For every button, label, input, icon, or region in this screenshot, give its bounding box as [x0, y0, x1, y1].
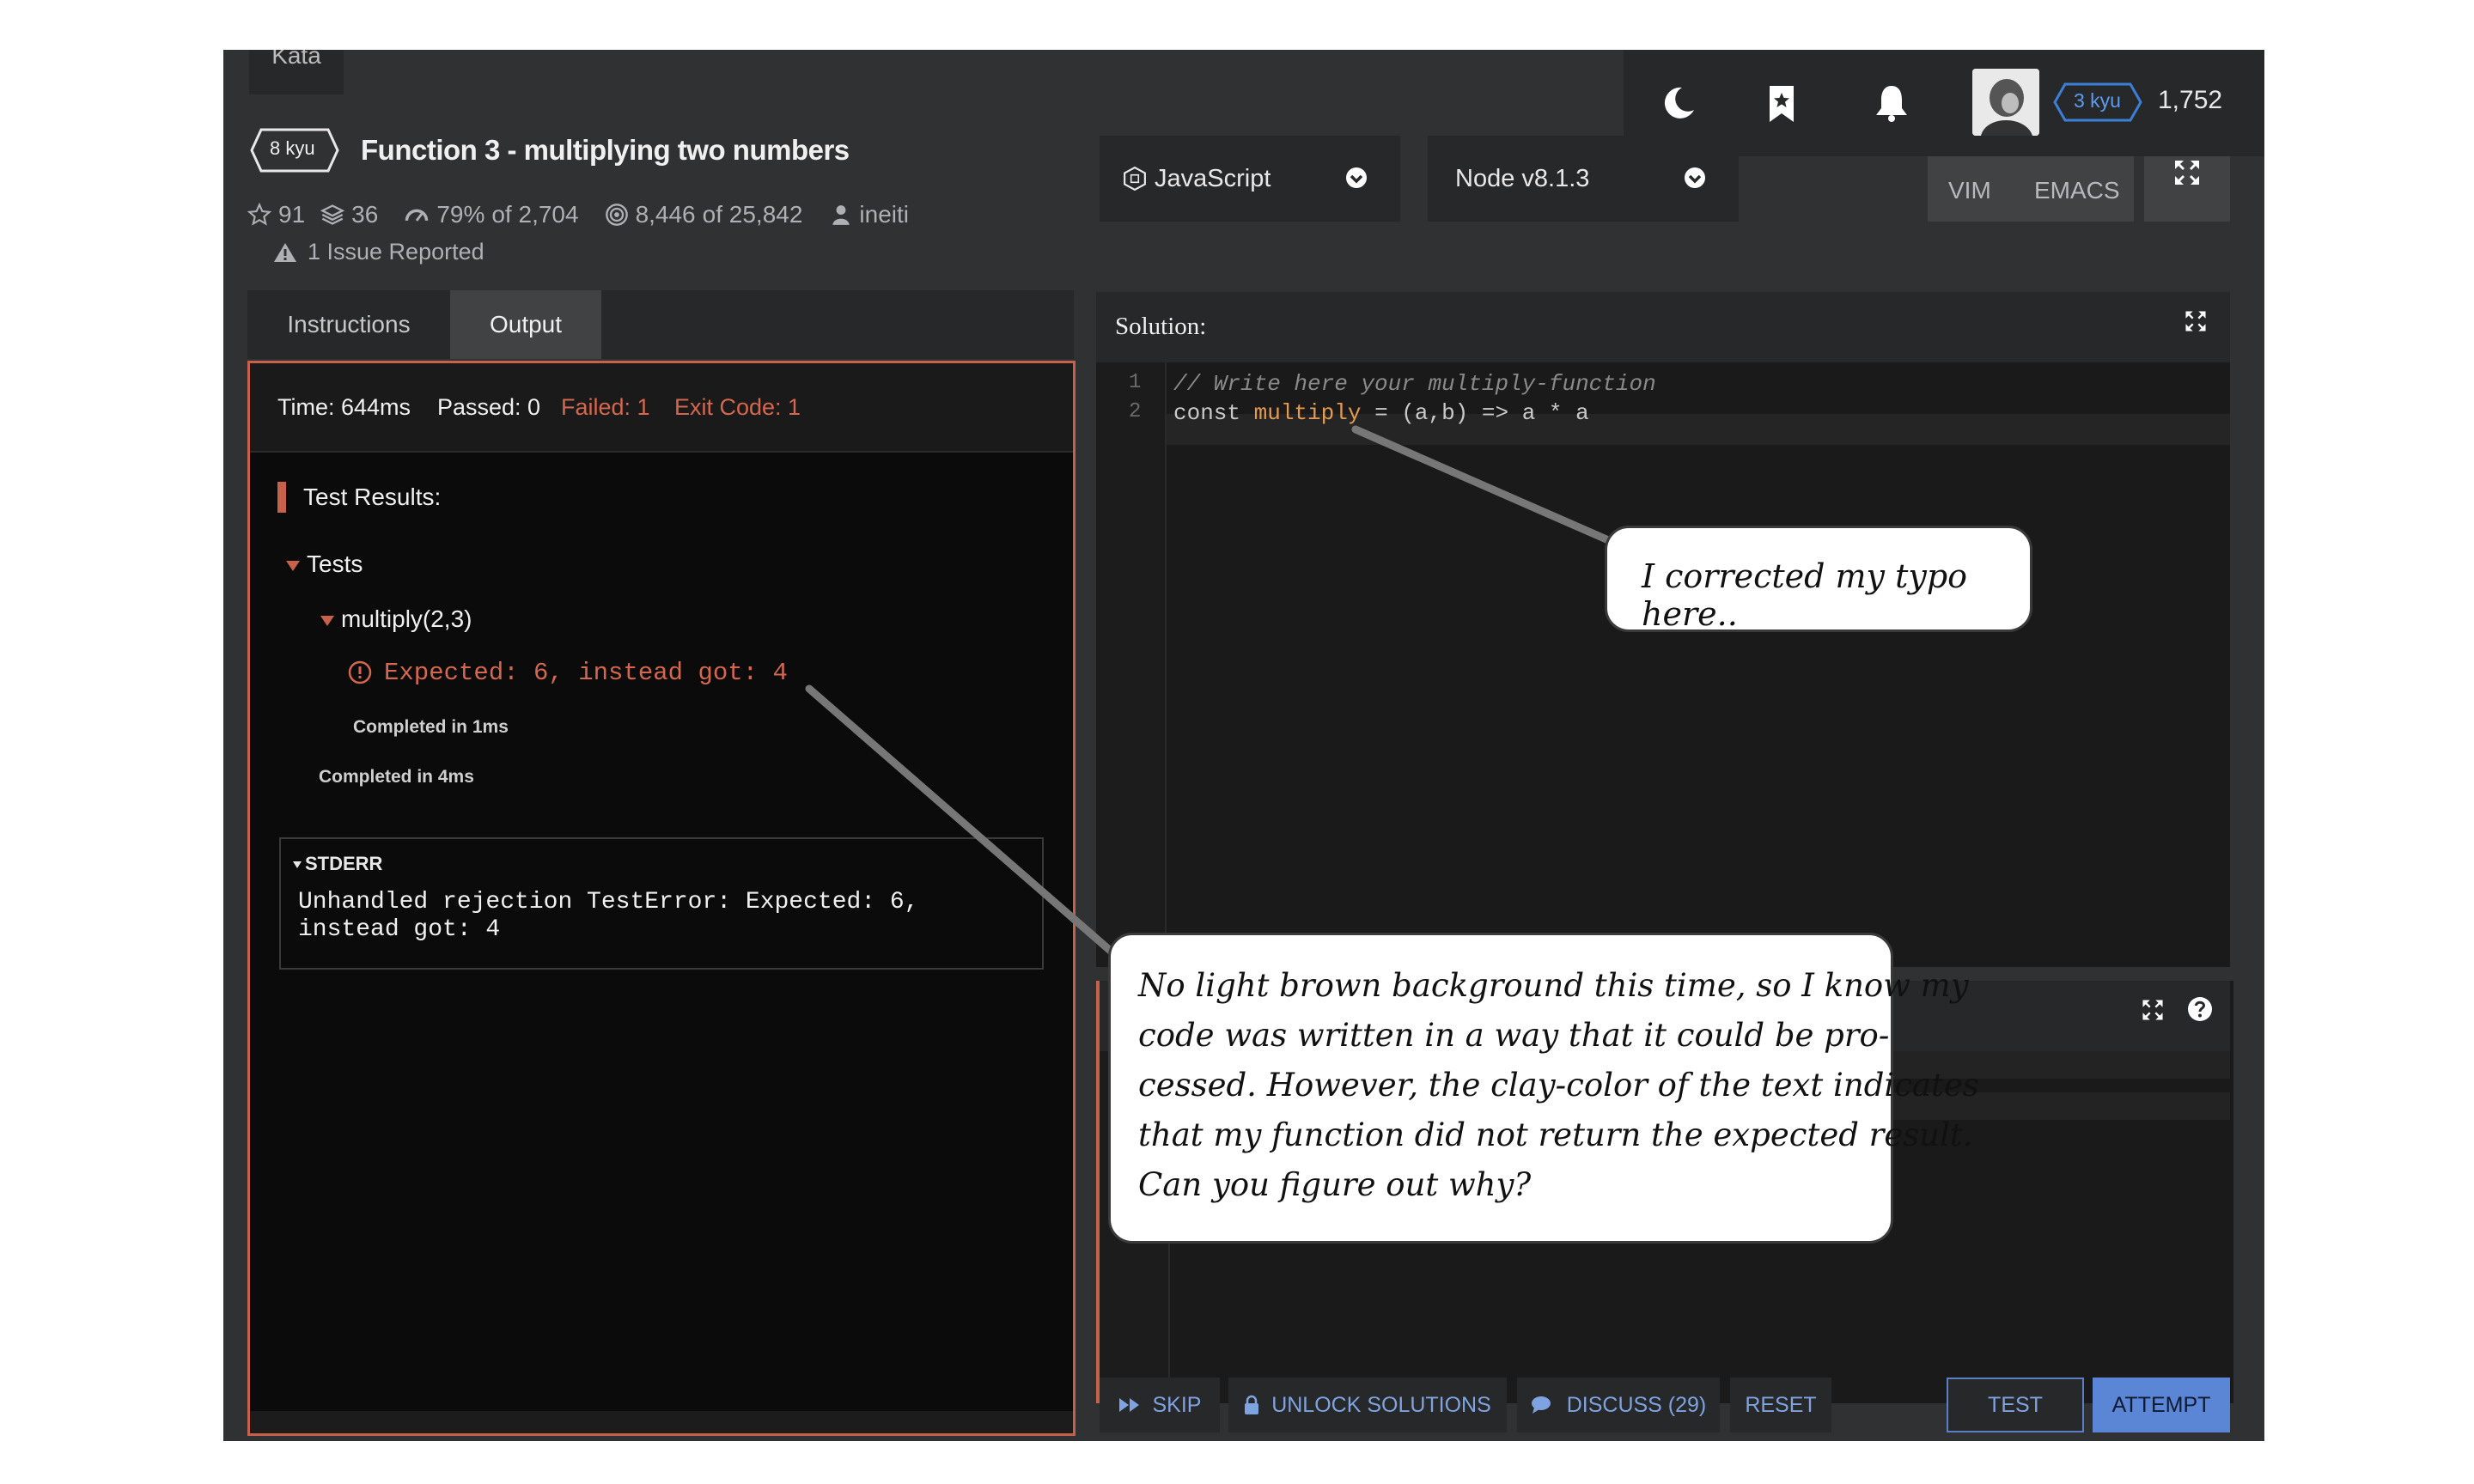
- explanation-annotation: No light brown background this time, so …: [1108, 933, 1979, 1244]
- typo-annotation-text: I corrected my typo here..: [1642, 557, 1968, 633]
- explanation-line: Can you figure out why?: [1138, 1166, 1532, 1203]
- annotation-pointers: [805, 425, 1611, 958]
- explanation-text: No light brown background this time, so …: [1138, 961, 1979, 1210]
- explanation-line: that my function did not return the expe…: [1138, 1116, 1973, 1153]
- explanation-line: No light brown background this time, so …: [1138, 967, 1969, 1004]
- explanation-line: cessed. However, the clay-color of the t…: [1138, 1067, 1979, 1104]
- result-pointer-line: [805, 684, 1118, 958]
- explanation-line: code was written in a way that it could …: [1138, 1017, 1890, 1054]
- typo-pointer-line: [1351, 425, 1611, 544]
- typo-annotation: I corrected my typo here..: [1605, 526, 2032, 633]
